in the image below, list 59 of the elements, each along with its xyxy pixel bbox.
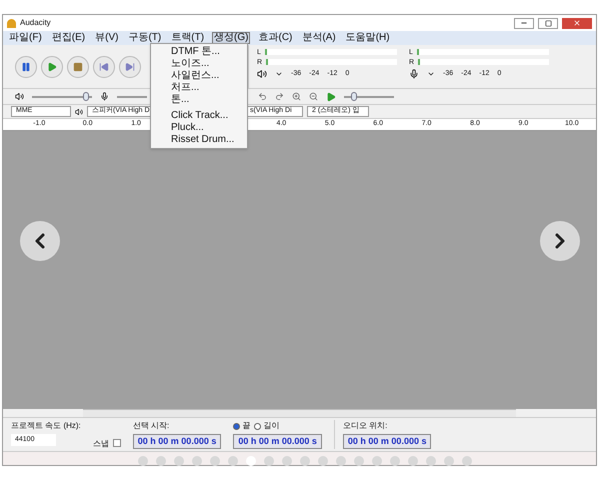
microphone-icon[interactable] [409, 69, 419, 79]
play-icon[interactable] [326, 92, 336, 102]
play-icon [47, 62, 57, 72]
caret-icon[interactable] [427, 70, 435, 78]
rate-label: 프로젝트 속도 (Hz): [11, 420, 81, 432]
speaker-icon [15, 92, 24, 101]
radio-button[interactable] [233, 422, 240, 430]
radio-label: 끝 [242, 420, 250, 432]
radio-button[interactable] [254, 422, 262, 430]
speaker-icon [75, 108, 83, 116]
slider-thumb[interactable] [83, 92, 89, 100]
pause-button[interactable] [15, 56, 37, 78]
audio-position-label: 오디오 위치: [342, 420, 388, 432]
speaker-icon[interactable] [257, 69, 267, 79]
snap-checkbox[interactable] [112, 439, 121, 447]
skip-start-button[interactable] [93, 56, 115, 78]
menu-option[interactable]: Pluck... [151, 122, 247, 134]
menu-item[interactable]: 효과(C) [256, 32, 294, 44]
menu-option[interactable]: 톤... [151, 94, 247, 106]
menu-option[interactable]: 사일런스... [151, 70, 247, 82]
menu-item[interactable]: 뷰(V) [93, 32, 120, 44]
menu-item[interactable]: 생성(G) [212, 32, 250, 44]
menu-item[interactable]: 트랙(T) [169, 32, 206, 44]
stop-icon [73, 62, 83, 72]
window-title: Audacity [20, 17, 51, 29]
pause-icon [21, 62, 31, 72]
play-button[interactable] [41, 56, 63, 78]
minimize-button[interactable] [514, 18, 534, 28]
menu-item[interactable]: 분석(A) [300, 32, 338, 44]
maximize-button[interactable] [538, 18, 558, 28]
scrollbar[interactable] [83, 409, 516, 417]
menu-option[interactable]: 노이즈... [151, 58, 247, 70]
selection-start-label: 선택 시작: [132, 420, 170, 432]
menu-option[interactable]: DTMF 톤... [151, 46, 247, 58]
close-button[interactable] [562, 18, 592, 28]
time-field[interactable]: 00 h 00 m 00.000 s [132, 434, 222, 449]
menu-item[interactable]: 구동(T) [126, 32, 164, 44]
microphone-icon [100, 92, 109, 101]
close-icon [573, 19, 581, 27]
menu-item[interactable]: 파일(F) [7, 32, 44, 44]
undo-icon[interactable] [258, 92, 267, 101]
menu-item[interactable]: 도움말(H) [344, 32, 392, 44]
time-field[interactable]: 00 h 00 m 00.000 s [233, 434, 322, 449]
zoom-out-icon[interactable] [309, 92, 318, 101]
caret-icon[interactable] [275, 70, 283, 78]
menu-option[interactable]: 처프... [151, 82, 247, 94]
slider-thumb[interactable] [351, 92, 357, 100]
zoom-in-icon[interactable] [292, 92, 301, 101]
menu-item[interactable]: 편집(E) [50, 32, 88, 44]
skip-end-button[interactable] [119, 56, 141, 78]
time-field[interactable]: 00 h 00 m 00.000 s [342, 434, 432, 449]
skip-forward-icon [125, 62, 135, 72]
redo-icon[interactable] [275, 92, 284, 101]
radio-label: 길이 [263, 420, 280, 432]
menu-option[interactable]: Risset Drum... [151, 134, 247, 146]
maximize-icon [544, 20, 552, 26]
snap-label: 스냅 [92, 438, 109, 450]
skip-back-icon [99, 62, 109, 72]
stop-button[interactable] [67, 56, 89, 78]
